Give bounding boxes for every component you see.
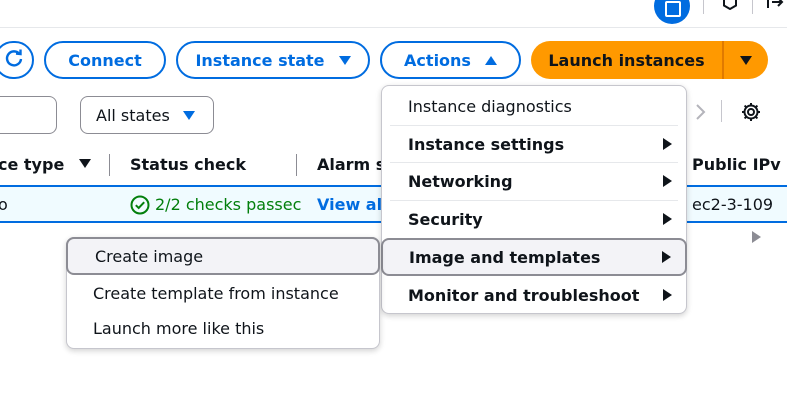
pager-divider — [721, 100, 722, 122]
top-divider — [0, 27, 787, 28]
instance-state-button[interactable]: Instance state — [176, 41, 370, 79]
sort-icon[interactable] — [79, 159, 91, 168]
status-check-text: 2/2 checks passec — [155, 195, 302, 214]
states-select[interactable]: All states — [80, 96, 214, 134]
caret-up-icon — [484, 55, 497, 65]
column-status-check[interactable]: Status check — [130, 155, 246, 174]
column-alarm-status[interactable]: Alarm s — [317, 155, 385, 174]
column-instance-type[interactable]: ce type — [0, 155, 64, 174]
public-dns-cell: ec2-3-109 — [692, 195, 774, 214]
chevron-right-icon[interactable] — [694, 102, 708, 122]
launch-instances-dropdown[interactable] — [724, 41, 768, 79]
submenu-item-launch-more-like-this[interactable]: Launch more like this — [67, 311, 379, 345]
check-circle-icon — [130, 195, 150, 215]
menu-item-networking[interactable]: Networking — [382, 163, 686, 199]
submenu-item-create-image[interactable]: Create image — [66, 237, 380, 275]
scroll-right-icon[interactable] — [752, 231, 761, 243]
search-input[interactable] — [0, 96, 57, 134]
launch-instances-button[interactable]: Launch instances — [531, 41, 722, 79]
sign-out-icon[interactable] — [766, 0, 784, 10]
cloudshell-icon[interactable] — [654, 0, 690, 24]
actions-menu: Instance diagnostics Instance settings N… — [381, 85, 687, 314]
settings-hex-icon[interactable] — [722, 0, 738, 11]
caret-right-icon — [662, 251, 671, 263]
menu-item-monitor-and-troubleshoot[interactable]: Monitor and troubleshoot — [382, 277, 686, 313]
caret-right-icon — [663, 138, 672, 150]
top-separator — [703, 0, 704, 14]
menu-item-image-and-templates[interactable]: Image and templates — [381, 238, 687, 276]
column-divider — [109, 154, 110, 176]
caret-down-icon — [740, 55, 752, 65]
image-templates-submenu: Create image Create template from instan… — [66, 237, 380, 349]
caret-right-icon — [663, 175, 672, 187]
caret-down-icon — [183, 110, 195, 120]
top-separator-2 — [752, 0, 753, 14]
caret-right-icon — [663, 289, 672, 301]
menu-item-instance-diagnostics[interactable]: Instance diagnostics — [382, 90, 686, 122]
gear-icon[interactable] — [740, 101, 762, 123]
caret-down-icon — [338, 55, 351, 65]
column-public-ipv4[interactable]: Public IPv — [692, 155, 781, 174]
connect-button[interactable]: Connect — [44, 41, 166, 79]
column-divider — [296, 154, 297, 176]
instance-type-cell: o — [0, 195, 8, 214]
refresh-icon — [4, 48, 24, 72]
submenu-item-create-template[interactable]: Create template from instance — [67, 276, 379, 310]
menu-item-instance-settings[interactable]: Instance settings — [382, 126, 686, 162]
caret-right-icon — [663, 213, 672, 225]
actions-button[interactable]: Actions — [380, 41, 521, 79]
menu-item-security[interactable]: Security — [382, 201, 686, 237]
refresh-button[interactable] — [0, 41, 34, 79]
